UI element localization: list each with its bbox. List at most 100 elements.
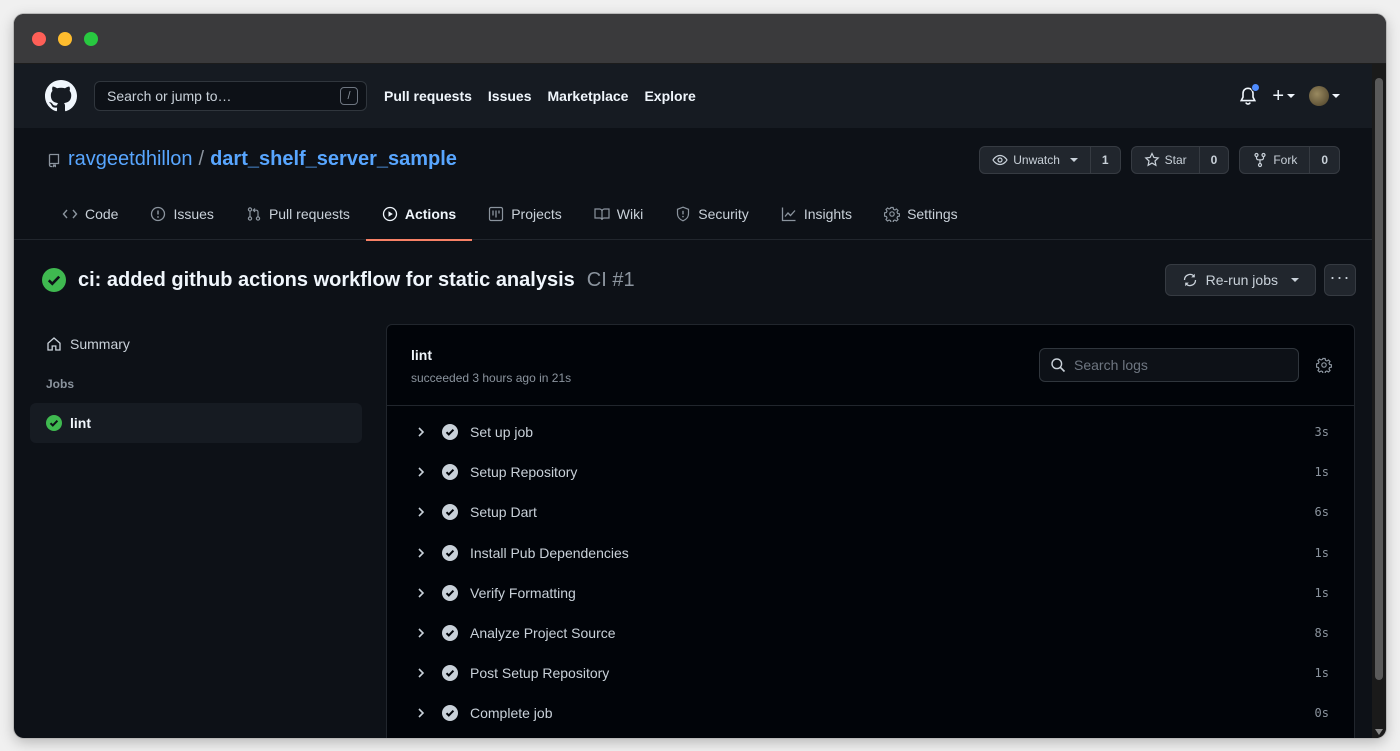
- global-search-input[interactable]: Search or jump to… /: [94, 81, 367, 111]
- search-placeholder: Search or jump to…: [107, 88, 232, 104]
- step-analyze-project-source[interactable]: Analyze Project Source 8s: [387, 613, 1354, 653]
- global-header: Search or jump to… / Pull requests Issue…: [14, 64, 1372, 128]
- tab-insights-label: Insights: [803, 206, 853, 222]
- step-check-icon: [442, 625, 458, 642]
- repo-title: ravgeetdhillon / dart_shelf_server_sampl…: [46, 148, 457, 171]
- create-new-button[interactable]: +: [1272, 86, 1295, 106]
- tab-wiki-label: Wiki: [616, 206, 644, 222]
- maximize-window-button[interactable]: [84, 32, 98, 46]
- step-set-up-job[interactable]: Set up job 3s: [387, 412, 1354, 452]
- tab-pull-requests-label: Pull requests: [268, 206, 350, 222]
- step-label: Setup Repository: [470, 464, 578, 481]
- rerun-jobs-button[interactable]: Re-run jobs: [1164, 264, 1316, 296]
- chevron-right-icon: [418, 628, 425, 638]
- graph-icon: [781, 207, 796, 222]
- fork-icon: [1254, 152, 1266, 168]
- repo-owner-link[interactable]: ravgeetdhillon: [68, 148, 193, 171]
- code-icon: [62, 209, 78, 219]
- global-nav: Pull requests Issues Marketplace Explore: [384, 64, 696, 128]
- tab-settings[interactable]: Settings: [868, 188, 974, 240]
- notification-dot: [1251, 83, 1261, 92]
- success-check-icon: [46, 415, 62, 431]
- play-icon: [382, 206, 398, 222]
- close-window-button[interactable]: [32, 32, 46, 46]
- step-check-icon: [442, 544, 458, 561]
- log-settings-gear-icon[interactable]: [1316, 357, 1332, 373]
- run-sidebar: Summary Jobs lint: [30, 324, 362, 443]
- nav-issues[interactable]: Issues: [488, 88, 532, 104]
- chevron-right-icon: [418, 427, 425, 437]
- tab-security[interactable]: Security: [659, 188, 765, 240]
- star-button[interactable]: Star: [1132, 147, 1199, 173]
- step-duration: 0s: [1314, 706, 1329, 721]
- tab-projects[interactable]: Projects: [472, 188, 578, 240]
- repo-tabs: Code Issues Pull requests Actions Projec…: [46, 188, 974, 241]
- step-check-icon: [442, 504, 458, 521]
- fork-label: Fork: [1273, 153, 1298, 167]
- search-icon: [1051, 358, 1066, 373]
- scroll-down-arrow-icon[interactable]: [1375, 729, 1383, 735]
- step-label: Complete job: [470, 705, 553, 722]
- repo-icon: [48, 153, 60, 167]
- browser-window: Search or jump to… / Pull requests Issue…: [14, 14, 1386, 738]
- search-logs-input[interactable]: Search logs: [1039, 348, 1299, 382]
- tab-wiki[interactable]: Wiki: [578, 188, 659, 240]
- nav-pull-requests[interactable]: Pull requests: [384, 88, 472, 104]
- tab-insights[interactable]: Insights: [765, 188, 868, 240]
- step-label: Post Setup Repository: [470, 665, 610, 682]
- nav-explore[interactable]: Explore: [644, 88, 695, 104]
- book-icon: [594, 208, 610, 221]
- unwatch-button[interactable]: Unwatch: [980, 147, 1090, 173]
- forks-count[interactable]: 0: [1309, 147, 1339, 173]
- jobs-heading: Jobs: [46, 377, 75, 391]
- page-scrollbar[interactable]: [1372, 64, 1386, 738]
- project-icon: [489, 206, 504, 222]
- step-verify-formatting[interactable]: Verify Formatting 1s: [387, 573, 1354, 613]
- chevron-right-icon: [418, 548, 425, 558]
- user-menu-button[interactable]: [1309, 86, 1340, 106]
- sidebar-item-summary[interactable]: Summary: [30, 324, 362, 364]
- workflow-run-number[interactable]: CI #1: [587, 269, 635, 292]
- search-logs-placeholder: Search logs: [1074, 357, 1148, 373]
- fork-button[interactable]: Fork: [1240, 147, 1309, 173]
- job-log-header: lint succeeded 3 hours ago in 21s Search…: [387, 325, 1354, 406]
- plus-icon: +: [1272, 85, 1284, 107]
- scrollbar-thumb[interactable]: [1375, 78, 1383, 680]
- sidebar-job-label: lint: [70, 415, 91, 431]
- step-duration: 6s: [1314, 505, 1329, 520]
- step-check-icon: [442, 584, 458, 601]
- tab-settings-label: Settings: [907, 206, 958, 222]
- header-actions: +: [1238, 82, 1340, 110]
- step-install-pub-dependencies[interactable]: Install Pub Dependencies 1s: [387, 533, 1354, 573]
- step-complete-job[interactable]: Complete job 0s: [387, 693, 1354, 733]
- chevron-right-icon: [418, 668, 425, 678]
- step-duration: 1s: [1314, 465, 1329, 480]
- eye-icon: [992, 154, 1008, 166]
- stars-count[interactable]: 0: [1198, 147, 1229, 173]
- avatar: [1309, 86, 1329, 106]
- nav-marketplace[interactable]: Marketplace: [548, 88, 629, 104]
- gear-icon: [884, 206, 901, 222]
- window-titlebar: [14, 14, 1386, 64]
- repo-name-link[interactable]: dart_shelf_server_sample: [210, 148, 457, 171]
- step-setup-repository[interactable]: Setup Repository 1s: [387, 452, 1354, 492]
- step-post-setup-repository[interactable]: Post Setup Repository 1s: [387, 653, 1354, 693]
- more-options-button[interactable]: ···: [1324, 264, 1356, 296]
- tab-code[interactable]: Code: [46, 188, 134, 240]
- step-check-icon: [442, 705, 458, 722]
- chevron-down-icon: [1291, 278, 1299, 282]
- tab-actions[interactable]: Actions: [365, 188, 473, 241]
- step-setup-dart[interactable]: Setup Dart 6s: [387, 492, 1354, 532]
- notifications-button[interactable]: [1238, 83, 1261, 106]
- step-duration: 1s: [1314, 666, 1329, 681]
- sidebar-item-lint[interactable]: lint: [30, 403, 362, 443]
- step-label: Analyze Project Source: [470, 625, 616, 642]
- minimize-window-button[interactable]: [58, 32, 72, 46]
- sidebar-summary-label: Summary: [70, 336, 130, 352]
- watchers-count[interactable]: 1: [1089, 147, 1120, 173]
- github-logo-icon[interactable]: [45, 80, 77, 112]
- success-check-icon: [42, 268, 66, 292]
- tab-issues[interactable]: Issues: [134, 188, 229, 240]
- chevron-right-icon: [418, 467, 425, 477]
- tab-pull-requests[interactable]: Pull requests: [230, 188, 366, 240]
